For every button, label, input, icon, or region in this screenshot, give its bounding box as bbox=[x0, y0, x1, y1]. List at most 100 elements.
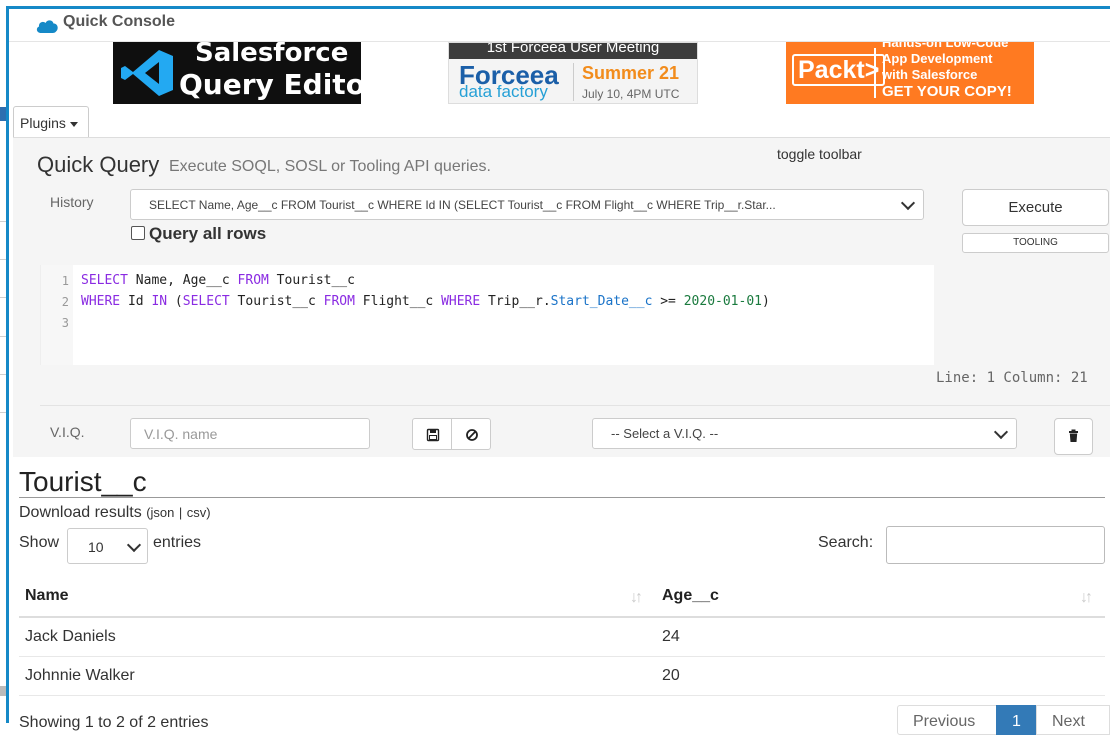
download-separator: | bbox=[178, 505, 183, 520]
entries-label: entries bbox=[153, 534, 202, 551]
code-date-literal: 2020-01-01 bbox=[683, 294, 762, 309]
table-header-rule bbox=[19, 616, 1105, 618]
banner-forceea-season: Summer 21 bbox=[582, 63, 680, 83]
query-all-rows-option[interactable]: Query all rows bbox=[131, 224, 266, 244]
code-keyword: FROM bbox=[323, 294, 355, 309]
code-text: Name, Age__c bbox=[127, 273, 238, 288]
code-text: Id bbox=[120, 294, 152, 309]
download-close-paren: ) bbox=[206, 505, 211, 520]
code-keyword: FROM bbox=[237, 273, 269, 288]
salesforce-cloud-icon bbox=[36, 20, 58, 33]
entries-per-page-select[interactable]: 10 bbox=[67, 528, 148, 564]
viq-cancel-button[interactable] bbox=[451, 418, 491, 450]
row-divider bbox=[19, 656, 1105, 657]
viq-delete-button[interactable] bbox=[1054, 418, 1093, 455]
code-text: Tourist__c bbox=[268, 273, 355, 288]
code-editor-logo-icon bbox=[121, 50, 173, 96]
code-keyword: IN bbox=[151, 294, 168, 309]
banner-divider bbox=[874, 48, 876, 98]
banner-forceea-meeting: 1st Forceea User Meeting bbox=[449, 43, 697, 59]
save-icon bbox=[426, 428, 440, 442]
editor-cursor-status: Line: 1 Column: 21 bbox=[936, 370, 1088, 386]
line-number: 2 bbox=[61, 295, 69, 309]
salesforce-query-editor-banner[interactable]: Salesforce Query Editor bbox=[113, 42, 361, 104]
pagination-next[interactable]: Next bbox=[1036, 705, 1110, 735]
code-text: Flight__c bbox=[354, 294, 442, 309]
code-text: ) bbox=[762, 294, 770, 309]
banner-packt-line1: Hands-on Low-Code bbox=[882, 42, 1009, 50]
plugins-label: Plugins bbox=[20, 115, 66, 131]
code-text: Trip__r. bbox=[480, 294, 551, 309]
execute-button[interactable]: Execute bbox=[962, 189, 1109, 226]
viq-select[interactable]: -- Select a V.I.Q. -- bbox=[592, 418, 1017, 449]
tooling-button[interactable]: TOOLING bbox=[962, 233, 1109, 253]
line-number: 3 bbox=[61, 316, 69, 330]
viq-name-input[interactable]: V.I.Q. name bbox=[130, 418, 370, 449]
results-title-rule bbox=[19, 497, 1105, 498]
plugins-dropdown[interactable]: Plugins bbox=[13, 106, 89, 137]
query-all-rows-label: Query all rows bbox=[149, 224, 267, 243]
forceea-banner[interactable]: 1st Forceea User Meeting Forceea data fa… bbox=[448, 42, 698, 104]
cell-age: 24 bbox=[662, 628, 680, 645]
code-keyword: SELECT bbox=[81, 273, 128, 288]
viq-select-value: -- Select a V.I.Q. -- bbox=[611, 426, 719, 441]
code-text: >= bbox=[652, 294, 684, 309]
column-header-age[interactable]: Age__c bbox=[662, 587, 719, 605]
history-select-value: SELECT Name, Age__c FROM Tourist__c WHER… bbox=[149, 198, 776, 212]
toggle-toolbar-link[interactable]: toggle toolbar bbox=[777, 146, 862, 162]
query-editor[interactable]: 1 2 3 SELECT Name, Age__c FROM Tourist__… bbox=[40, 265, 934, 365]
show-label: Show bbox=[19, 534, 60, 551]
banner-packt-line2: App Development bbox=[882, 51, 993, 66]
banner-editor-line1: Salesforce bbox=[195, 42, 349, 68]
banner-divider bbox=[573, 63, 574, 101]
cancel-icon bbox=[466, 429, 478, 441]
quick-query-title: Quick Query bbox=[37, 152, 160, 177]
search-input[interactable] bbox=[886, 526, 1105, 564]
history-select[interactable]: SELECT Name, Age__c FROM Tourist__c WHER… bbox=[130, 189, 924, 220]
code-text: ( bbox=[167, 294, 183, 309]
chevron-down-icon bbox=[900, 195, 916, 211]
history-label: History bbox=[50, 194, 94, 210]
cell-age: 20 bbox=[662, 667, 680, 684]
row-divider bbox=[19, 695, 1105, 696]
banner-forceea-sub: data factory bbox=[459, 82, 548, 101]
code-text: Tourist__c bbox=[229, 294, 324, 309]
code-keyword: SELECT bbox=[182, 294, 230, 309]
entries-select-value: 10 bbox=[88, 539, 104, 555]
pagination-page-1[interactable]: 1 bbox=[996, 705, 1037, 735]
banner-packt-line4: GET YOUR COPY! bbox=[882, 83, 1012, 100]
chevron-down-icon bbox=[993, 424, 1009, 440]
code-line-1: SELECT Name, Age__c FROM Tourist__c bbox=[81, 273, 355, 288]
console-title: Quick Console bbox=[63, 13, 176, 30]
viq-save-button[interactable] bbox=[412, 418, 452, 450]
table-info: Showing 1 to 2 of 2 entries bbox=[19, 714, 209, 731]
query-all-rows-checkbox[interactable] bbox=[131, 225, 145, 240]
packt-banner[interactable]: Packt> Hands-on Low-Code App Development… bbox=[786, 42, 1034, 104]
banner-editor-line2: Query Editor bbox=[179, 68, 361, 101]
trash-icon bbox=[1069, 429, 1078, 442]
search-label: Search: bbox=[818, 534, 874, 551]
code-keyword: WHERE bbox=[81, 294, 121, 309]
column-header-name[interactable]: Name bbox=[25, 587, 69, 605]
pagination-previous[interactable]: Previous bbox=[897, 705, 997, 735]
caret-down-icon bbox=[69, 121, 78, 127]
code-field: Start_Date__c bbox=[550, 294, 653, 309]
banner-packt-line3: with Salesforce bbox=[882, 67, 978, 82]
code-line-2: WHERE Id IN (SELECT Tourist__c FROM Flig… bbox=[81, 294, 770, 309]
viq-label: V.I.Q. bbox=[50, 424, 85, 440]
cell-name: Johnnie Walker bbox=[25, 667, 135, 684]
quick-query-description: Execute SOQL, SOSL or Tooling API querie… bbox=[169, 158, 491, 175]
download-label: Download results bbox=[19, 504, 142, 521]
sort-icon[interactable]: ↓↑ bbox=[1080, 589, 1093, 607]
sort-icon[interactable]: ↓↑ bbox=[630, 589, 643, 607]
chevron-down-icon bbox=[126, 537, 142, 553]
banner-forceea-date: July 10, 4PM UTC bbox=[582, 87, 680, 101]
download-json-link[interactable]: json bbox=[151, 505, 175, 520]
download-csv-link[interactable]: csv bbox=[187, 505, 207, 520]
download-results: Download results (json | csv) bbox=[19, 504, 211, 522]
panel-divider bbox=[40, 405, 1110, 406]
editor-gutter: 1 2 3 bbox=[41, 265, 73, 365]
cell-name: Jack Daniels bbox=[25, 628, 116, 645]
console-titlebar[interactable]: Quick Console bbox=[9, 9, 1110, 42]
code-keyword: WHERE bbox=[441, 294, 481, 309]
